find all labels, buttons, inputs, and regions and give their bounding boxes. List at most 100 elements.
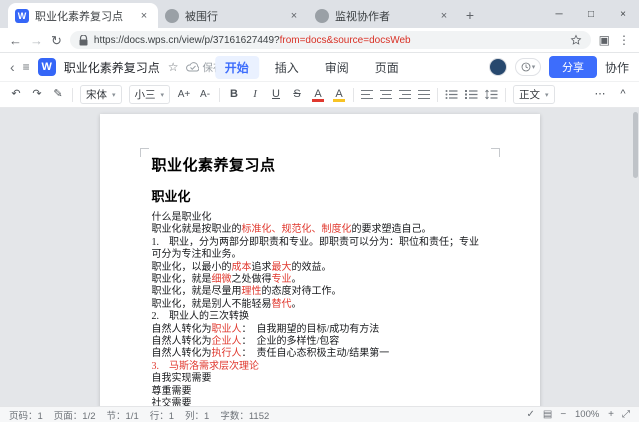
increase-font-icon[interactable]: A+ — [177, 89, 191, 100]
editor-back-icon[interactable]: ‹ — [10, 59, 15, 75]
numbered-list-icon[interactable] — [465, 89, 478, 100]
browser-tab-3[interactable]: 监视协作者 × — [308, 3, 458, 28]
strikethrough-icon[interactable]: S — [290, 89, 304, 100]
doc-line[interactable]: 自然人转化为企业人： 企业的多样性/包容 — [152, 336, 488, 348]
tab-home[interactable]: 开始 — [214, 55, 259, 79]
document-heading[interactable]: 职业化 — [152, 186, 488, 205]
doc-line[interactable]: 3. 马斯洛需求层次理论 — [152, 361, 488, 373]
underline-icon[interactable]: U — [269, 89, 283, 100]
align-justify-icon[interactable] — [418, 90, 431, 99]
maximize-button[interactable]: □ — [575, 0, 607, 28]
doc-line[interactable]: 职业化，就是别人不能轻易替代。 — [152, 299, 488, 311]
tab-close-icon[interactable]: × — [287, 10, 301, 22]
doc-text: 职业化，就是别人不能轻易 — [151, 298, 272, 310]
page-view-icon[interactable]: ▤ — [543, 409, 552, 420]
zoom-level[interactable]: 100% — [574, 409, 600, 420]
forward-button[interactable]: → — [30, 34, 43, 47]
bold-icon[interactable]: B — [227, 89, 241, 100]
decrease-font-icon[interactable]: A- — [198, 89, 212, 100]
document-canvas[interactable]: 职业化素养复习点 职业化 什么是职业化 职业化就是按职业的标准化、规范化、制度化的… — [0, 108, 639, 406]
tab-close-icon[interactable]: × — [137, 10, 151, 22]
doc-line[interactable]: 职业化，就是细微之处做得专业。 — [152, 274, 488, 286]
tab-close-icon[interactable]: × — [437, 10, 451, 22]
font-name-select[interactable]: 宋体 ▾ — [80, 85, 122, 104]
margin-mark — [139, 148, 149, 157]
undo-icon[interactable]: ↶ — [9, 89, 23, 100]
browser-window: W 职业化素养复习点 × 被围行 × 监视协作者 × + ─ □ × ← → ↻… — [0, 0, 639, 422]
vertical-scrollbar[interactable] — [633, 112, 638, 178]
doc-text: 尊重需要 — [151, 385, 192, 397]
redo-icon[interactable]: ↷ — [30, 89, 44, 100]
collapse-toolbar-icon[interactable]: ^ — [616, 89, 630, 100]
paragraph-style-select[interactable]: 正文 ▾ — [513, 85, 555, 104]
font-size-select[interactable]: 小三 ▾ — [128, 85, 171, 104]
doc-text-red: 成本 — [231, 261, 252, 273]
doc-text-red: 3. — [151, 360, 169, 372]
doc-line[interactable]: 职业化就是按职业的标准化、规范化、制度化的要求塑造自己。 — [152, 224, 488, 236]
doc-line[interactable]: 职业化，以最小的成本追求最大的效益。 — [152, 262, 488, 274]
back-button[interactable]: ← — [9, 34, 22, 47]
tab-insert[interactable]: 插入 — [265, 56, 309, 79]
doc-text: 2. 职业人的三次转换 — [151, 311, 250, 323]
header-right-cluster: ▾ 分享 协作 — [488, 56, 629, 78]
document-name[interactable]: 职业化素养复习点 — [64, 59, 160, 76]
bookmark-star-icon[interactable] — [570, 34, 582, 46]
doc-text: 职业化，以最小的 — [151, 261, 232, 273]
browser-menu-icon[interactable]: ⋮ — [618, 33, 630, 47]
doc-line[interactable]: 1. 职业，分为两部分即职责和专业。即职责可以分为：职位和责任；专业可分为专注和… — [152, 237, 488, 262]
italic-icon[interactable]: I — [248, 89, 262, 100]
fit-screen-icon[interactable]: ⤢ — [622, 409, 630, 420]
chevron-down-icon: ▾ — [545, 91, 549, 99]
doc-text: ： 企业的多样性/包容 — [241, 336, 340, 348]
highlight-color-icon[interactable]: A — [332, 89, 346, 102]
doc-line[interactable]: 2. 职业人的三次转换 — [152, 311, 488, 323]
minimize-button[interactable]: ─ — [543, 0, 575, 28]
format-painter-icon[interactable]: ✎ — [51, 89, 65, 100]
status-bar: 页码：1 页面：1/2 节：1/1 行：1 列：1 字数：1152 ✓ ▤ − … — [0, 406, 639, 422]
collaborate-button[interactable]: 协作 — [605, 59, 629, 76]
line-spacing-icon[interactable] — [485, 89, 498, 100]
user-avatar[interactable] — [488, 58, 507, 76]
history-button[interactable]: ▾ — [514, 58, 541, 76]
doc-line[interactable]: 自然人转化为职业人： 自我期望的目标/成功有方法 — [152, 324, 488, 336]
browser-tab-2[interactable]: 被围行 × — [158, 3, 308, 28]
doc-text: 自然人转化为 — [151, 336, 212, 348]
browser-tab-doc[interactable]: W 职业化素养复习点 × — [8, 3, 158, 28]
zoom-out-button[interactable]: − — [560, 409, 566, 420]
doc-list-icon[interactable]: ≡ — [23, 60, 30, 74]
doc-line[interactable]: 社交需要 — [152, 398, 488, 406]
font-color-icon[interactable]: A — [311, 89, 325, 102]
tab-page[interactable]: 页面 — [365, 56, 409, 79]
more-tools-icon[interactable]: ⋯ — [593, 89, 607, 100]
new-tab-button[interactable]: + — [458, 3, 482, 27]
spellcheck-icon[interactable]: ✓ — [526, 409, 534, 420]
close-button[interactable]: × — [607, 0, 639, 28]
toolbar-separator — [437, 87, 439, 102]
document-page[interactable]: 职业化素养复习点 职业化 什么是职业化 职业化就是按职业的标准化、规范化、制度化的… — [99, 114, 540, 406]
align-right-icon[interactable] — [399, 90, 412, 99]
doc-text: 的要求塑造自己。 — [351, 224, 432, 236]
favorite-star-icon[interactable]: ☆ — [168, 60, 179, 74]
toolbar-separator — [72, 87, 73, 102]
share-button[interactable]: 分享 — [548, 56, 597, 78]
zoom-in-button[interactable]: + — [608, 409, 614, 420]
bullet-list-icon[interactable] — [445, 89, 458, 100]
editor-menu-tabs: 开始 插入 审阅 页面 — [214, 55, 409, 79]
doc-line[interactable]: 尊重需要 — [152, 386, 488, 398]
url-bar[interactable]: https://docs.wps.cn/view/p/37161627449?f… — [69, 31, 591, 49]
tab-review[interactable]: 审阅 — [315, 56, 359, 79]
doc-line[interactable]: 自我实现需要 — [152, 373, 488, 385]
doc-text-red: 理性 — [241, 286, 262, 298]
reload-button[interactable]: ↻ — [51, 34, 62, 47]
doc-text: 。 — [291, 298, 302, 310]
lock-icon — [79, 34, 88, 45]
align-center-icon[interactable] — [380, 90, 393, 99]
wps-logo[interactable]: W — [37, 58, 56, 76]
doc-line[interactable]: 职业化，就是尽量用理性的态度对待工作。 — [152, 286, 488, 298]
extensions-icon[interactable]: ▣ — [599, 33, 610, 47]
align-left-icon[interactable] — [361, 90, 374, 99]
doc-line[interactable]: 自然人转化为执行人： 责任自心态积极主动/结果第一 — [152, 348, 488, 360]
doc-line[interactable]: 什么是职业化 — [152, 212, 488, 224]
url-query: from=docs&source=docsWeb — [279, 34, 411, 46]
document-title[interactable]: 职业化素养复习点 — [152, 154, 488, 175]
